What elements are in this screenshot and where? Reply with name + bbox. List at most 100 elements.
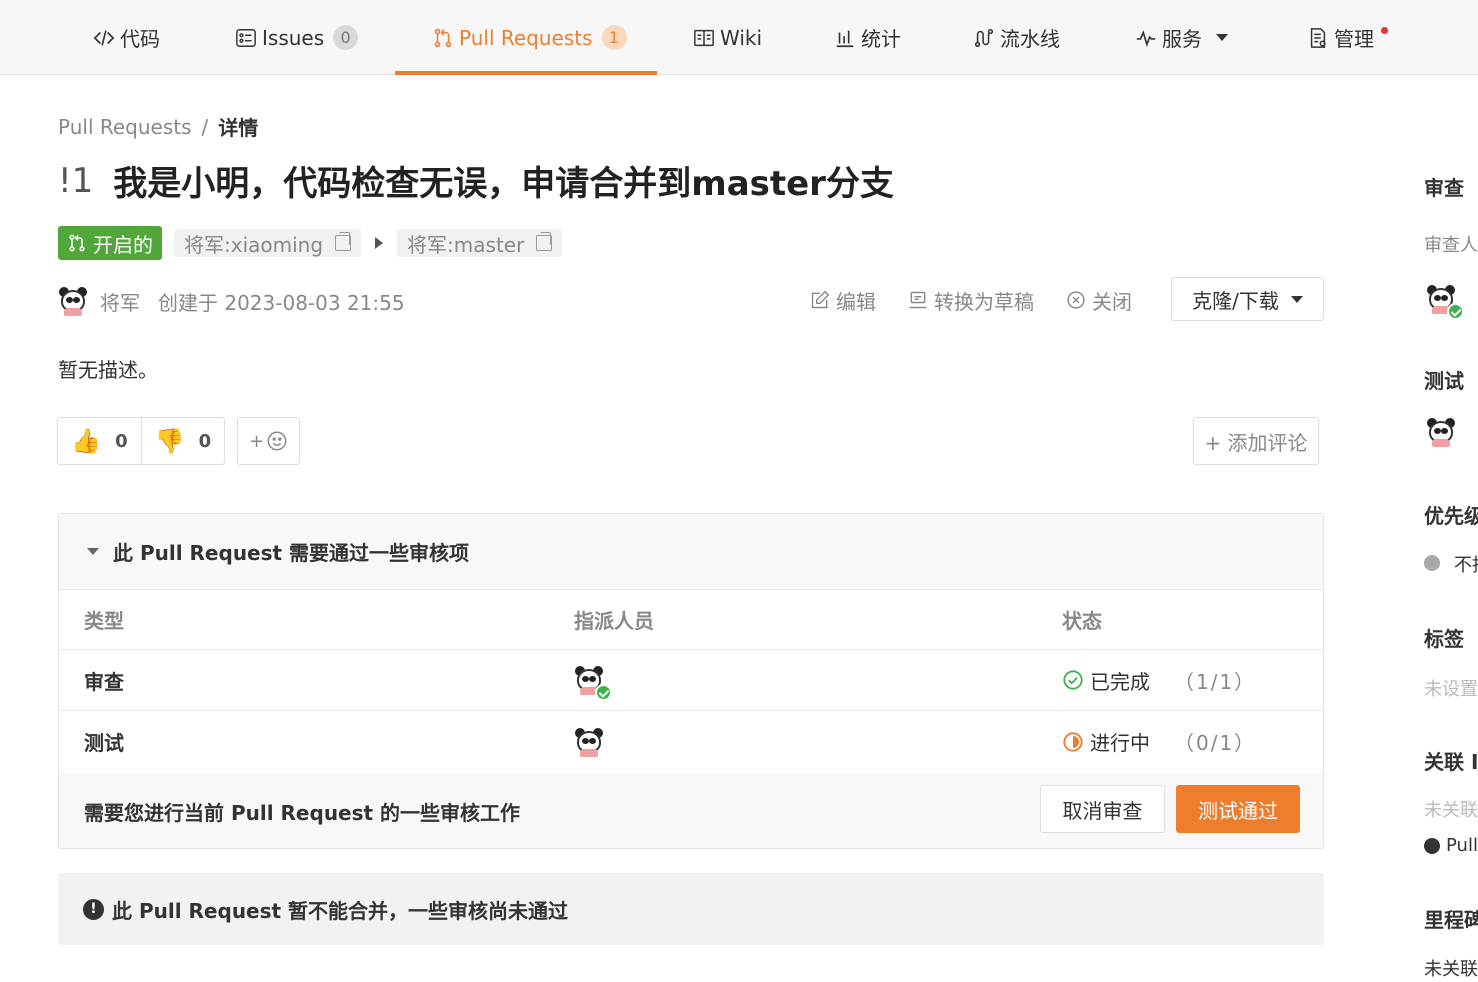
- tab-pipeline[interactable]: 流水线: [973, 0, 1060, 75]
- service-icon: [1135, 27, 1157, 49]
- check-circle-icon: [1063, 670, 1083, 690]
- merge-notice-text: 此 Pull Request 暂不能合并，一些审核尚未通过: [112, 898, 569, 923]
- reactions-bar: 👍 0 👎 0 +: [57, 417, 300, 465]
- merge-notice: ! 此 Pull Request 暂不能合并，一些审核尚未通过: [58, 873, 1324, 945]
- status-fraction: （1/1）: [1174, 669, 1257, 694]
- review-table-header: 类型 指派人员 状态: [59, 590, 1323, 650]
- check-badge-icon: [1447, 303, 1464, 320]
- table-row: 测试 进行中 （0/1）: [59, 711, 1323, 772]
- edit-label: 编辑: [836, 289, 876, 314]
- source-branch[interactable]: 将军:xiaoming: [174, 229, 362, 257]
- edit-icon: [811, 290, 830, 309]
- priority-value[interactable]: 不指定: [1454, 551, 1478, 577]
- convert-draft-button[interactable]: 转换为草稿: [908, 286, 1034, 315]
- copy-icon[interactable]: [335, 232, 352, 251]
- active-tab-indicator: [395, 71, 657, 75]
- tab-manage[interactable]: 管理: [1307, 0, 1374, 75]
- pr-title: 我是小明，代码检查无误，申请合并到master分支: [113, 164, 894, 204]
- status-label: 已完成: [1090, 669, 1150, 694]
- author-row: 将军 创建于 2023-08-03 21:55: [58, 284, 405, 318]
- exclamation-icon: [1424, 838, 1440, 854]
- review-status: 已完成 （1/1）: [1062, 650, 1256, 710]
- sidebar-labels-heading: 标签: [1424, 627, 1464, 651]
- breadcrumb-parent-link[interactable]: Pull Requests: [58, 115, 192, 139]
- review-type: 测试: [84, 731, 124, 755]
- thumbs-down-button[interactable]: 👎 0: [141, 418, 224, 464]
- exclamation-icon: !: [83, 898, 104, 920]
- clone-label: 克隆/下载: [1192, 288, 1279, 313]
- pr-branch-row: 开启的 将军:xiaoming 将军:master: [58, 226, 563, 260]
- review-panel: 此 Pull Request 需要通过一些审核项 类型 指派人员 状态 审查 已…: [58, 513, 1324, 849]
- labels-value[interactable]: 未设置: [1424, 675, 1478, 701]
- collapse-triangle-icon[interactable]: [87, 548, 99, 555]
- tab-label: 管理: [1334, 27, 1374, 51]
- review-action-text: 需要您进行当前 Pull Request 的一些审核工作: [84, 801, 521, 825]
- target-branch[interactable]: 将军:master: [397, 229, 563, 257]
- review-panel-header[interactable]: 此 Pull Request 需要通过一些审核项: [59, 514, 1323, 590]
- created-time: 创建于 2023-08-03 21:55: [158, 290, 405, 315]
- manage-icon: [1307, 27, 1329, 49]
- test-pass-button[interactable]: 测试通过: [1176, 785, 1300, 833]
- add-emoji-button[interactable]: +: [237, 417, 300, 465]
- close-icon: [1067, 291, 1085, 309]
- edit-button[interactable]: 编辑: [810, 286, 876, 315]
- close-pr-button[interactable]: 关闭: [1066, 286, 1132, 315]
- tab-code[interactable]: 代码: [93, 0, 160, 75]
- clone-download-button[interactable]: 克隆/下载: [1171, 277, 1324, 321]
- tab-pull-requests[interactable]: Pull Requests 1: [432, 0, 627, 75]
- pipeline-icon: [973, 27, 995, 49]
- copy-icon[interactable]: [536, 232, 553, 251]
- status-fraction: （0/1）: [1174, 731, 1257, 755]
- linked-issues-value[interactable]: 未关联: [1424, 796, 1478, 822]
- tab-service[interactable]: 服务: [1135, 0, 1228, 75]
- pull-requests-count-badge: 1: [601, 25, 627, 50]
- smile-icon: [267, 431, 287, 451]
- avatar[interactable]: [574, 726, 604, 757]
- chevron-down-icon: [1216, 34, 1228, 41]
- tab-issues[interactable]: Issues 0: [235, 0, 359, 75]
- chevron-down-icon: [1290, 295, 1303, 303]
- tab-label: 统计: [861, 27, 901, 51]
- target-branch-label: 将军:master: [407, 232, 525, 257]
- priority-dot-icon: [1424, 555, 1440, 571]
- right-sidebar: 审查 审查人 测试 优先级 不指定 标签 未设置 关联 Issues 未关联 P…: [1424, 0, 1478, 982]
- milestone-value[interactable]: 未关联: [1424, 955, 1478, 981]
- cancel-review-button[interactable]: 取消审查: [1040, 785, 1165, 833]
- tab-label: 流水线: [1000, 27, 1060, 51]
- code-icon: [93, 27, 115, 49]
- stats-icon: [834, 27, 856, 49]
- linked-pull-requests[interactable]: Pull Requests: [1446, 835, 1478, 856]
- thumbs-down-count: 0: [198, 430, 212, 452]
- avatar[interactable]: [574, 665, 612, 701]
- breadcrumb: Pull Requests / 详情: [58, 112, 258, 141]
- avatar[interactable]: [58, 286, 88, 316]
- tab-stats[interactable]: 统计: [834, 0, 901, 75]
- sidebar-review-heading: 审查: [1424, 176, 1464, 200]
- tab-label: 代码: [120, 27, 160, 51]
- plus-label: +: [248, 430, 265, 452]
- avatar[interactable]: [1426, 284, 1464, 320]
- tab-label: Issues: [262, 25, 325, 50]
- thumbs-up-button[interactable]: 👍 0: [58, 418, 141, 464]
- author-name[interactable]: 将军: [100, 287, 140, 316]
- sidebar-reviewer-label: 审查人: [1424, 235, 1478, 256]
- pull-request-icon: [432, 27, 454, 49]
- column-header-status: 状态: [1062, 609, 1102, 633]
- breadcrumb-current: 详情: [218, 116, 259, 140]
- review-status: 进行中 （0/1）: [1062, 711, 1256, 772]
- tab-wiki[interactable]: Wiki: [693, 0, 762, 75]
- breadcrumb-separator: /: [201, 114, 209, 139]
- assignee: [574, 711, 604, 772]
- sidebar-test-heading: 测试: [1424, 369, 1464, 393]
- assignee: [574, 650, 612, 710]
- pr-description: 暂无描述。: [58, 358, 158, 382]
- sidebar-linked-issues-heading: 关联 Issues: [1424, 750, 1478, 774]
- thumbs-up-icon: 👍: [71, 427, 102, 455]
- draft-label: 转换为草稿: [934, 289, 1034, 314]
- wiki-icon: [693, 27, 715, 49]
- add-comment-button[interactable]: + 添加评论: [1193, 417, 1319, 465]
- review-type: 审查: [84, 669, 124, 694]
- column-header-assignee: 指派人员: [574, 609, 654, 633]
- column-header-type: 类型: [84, 609, 124, 633]
- avatar[interactable]: [1426, 417, 1456, 447]
